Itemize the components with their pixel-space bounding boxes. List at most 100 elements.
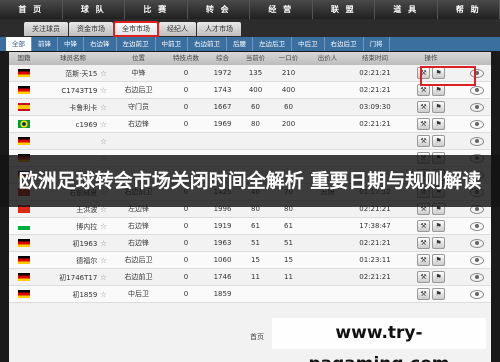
nav-item-1[interactable]: 球 队: [63, 0, 125, 19]
bid-hammer-icon[interactable]: ⚒: [417, 135, 430, 147]
column-header: 国籍: [17, 54, 31, 62]
player-name[interactable]: 德福尔 ☆: [39, 252, 111, 268]
nav-item-2[interactable]: 比 赛: [125, 0, 188, 19]
buyout-icon[interactable]: ⚑: [432, 271, 445, 283]
table-row[interactable]: ☆ ⚒⚑: [9, 133, 491, 150]
filter-tab-7[interactable]: 后腰: [227, 37, 253, 51]
star-icon[interactable]: ☆: [97, 290, 107, 299]
nav-item-6[interactable]: 道 具: [375, 0, 438, 19]
filter-tab-8[interactable]: 左边后卫: [253, 37, 292, 51]
table-row[interactable]: 卡鲁利卡 ☆ 守门员 0 1667 60 60 03:09:30 ⚒ ⚑: [9, 99, 491, 116]
table-row[interactable]: 初1746T17 ☆ 右边前卫 0 1746 11 11 02:21:21 ⚒ ⚑: [9, 269, 491, 286]
pagination[interactable]: 首页: [250, 332, 264, 342]
transfer-market-table: 国籍 球员名称 位置 特技点数 综合 当前价 一口价 出价人 结束时间 操作 范斯·天15 ☆ 中锋…: [9, 52, 491, 362]
eye-icon[interactable]: [469, 238, 484, 248]
table-row[interactable]: C1743T19 ☆ 右边后卫 0 1743 400 400 02:21:21 ⚒ ⚑: [9, 82, 491, 99]
filter-tab-5[interactable]: 中前卫: [156, 37, 188, 51]
player-name-text[interactable]: c1969: [76, 121, 98, 129]
player-name[interactable]: 卡鲁利卡 ☆: [39, 99, 111, 115]
buyout-icon[interactable]: ⚑: [432, 220, 445, 232]
player-name[interactable]: 博内拉 ☆: [39, 218, 111, 234]
player-name[interactable]: C1743T19 ☆: [39, 82, 111, 98]
bid-hammer-icon[interactable]: ⚒: [417, 118, 430, 130]
nav-item-0[interactable]: 首 页: [0, 0, 63, 19]
eye-icon[interactable]: [469, 85, 484, 95]
player-name-text[interactable]: 王洪波: [76, 206, 97, 214]
bidder: [305, 286, 350, 302]
eye-icon[interactable]: [469, 289, 484, 299]
filter-tab-6[interactable]: 右边前卫: [188, 37, 227, 51]
player-name-text[interactable]: 卡鲁利卡: [69, 104, 97, 112]
eye-icon[interactable]: [469, 255, 484, 265]
position: 右边锋: [128, 239, 149, 247]
star-icon[interactable]: ☆: [97, 69, 107, 78]
subnav-tab-2[interactable]: 全市市场: [113, 21, 159, 37]
buyout-icon[interactable]: ⚑: [432, 135, 445, 147]
star-icon[interactable]: ☆: [100, 137, 107, 146]
skill-points: 0: [183, 120, 189, 128]
player-name-text[interactable]: 德福尔: [76, 257, 97, 265]
eye-icon[interactable]: [469, 119, 484, 129]
player-name-text[interactable]: 博内拉: [76, 223, 97, 231]
table-row[interactable]: 范斯·天15 ☆ 中锋 0 1972 135 210 02:21:21 ⚒ ⚑: [9, 65, 491, 82]
bid-hammer-icon[interactable]: ⚒: [417, 254, 430, 266]
bid-hammer-icon[interactable]: ⚒: [417, 101, 430, 113]
player-name[interactable]: 初1746T17 ☆: [39, 269, 111, 285]
headline-banner: 欧洲足球转会市场关闭时间全解析 重要日期与规则解读: [0, 155, 500, 207]
bid-hammer-icon[interactable]: ⚒: [417, 271, 430, 283]
nav-item-4[interactable]: 经 营: [250, 0, 313, 19]
player-name-text[interactable]: 范斯·天15: [65, 70, 97, 78]
filter-tab-1[interactable]: 前锋: [32, 37, 58, 51]
filter-tab-2[interactable]: 中锋: [58, 37, 84, 51]
buyout-icon[interactable]: ⚑: [432, 237, 445, 249]
star-icon[interactable]: ☆: [97, 273, 107, 282]
eye-icon[interactable]: [469, 136, 484, 146]
table-row[interactable]: 博内拉 ☆ 右边锋 0 1919 61 61 17:38:47 ⚒ ⚑: [9, 218, 491, 235]
current-price: 60: [251, 103, 260, 111]
player-name-text[interactable]: 初1963: [72, 240, 97, 248]
player-name-text[interactable]: 初1859: [72, 291, 97, 299]
table-row[interactable]: 德福尔 ☆ 右边后卫 0 1060 15 15 01:23:11 ⚒ ⚑: [9, 252, 491, 269]
flag-icon: [18, 69, 30, 77]
player-name-text[interactable]: 初1746T17: [59, 274, 97, 282]
table-row[interactable]: 初1963 ☆ 右边锋 0 1963 51 51 02:21:21 ⚒ ⚑: [9, 235, 491, 252]
buyout-icon[interactable]: ⚑: [432, 101, 445, 113]
buyout-icon[interactable]: ⚑: [432, 118, 445, 130]
player-name[interactable]: c1969 ☆: [39, 116, 111, 132]
star-icon[interactable]: ☆: [97, 86, 107, 95]
bid-hammer-icon[interactable]: ⚒: [417, 220, 430, 232]
subnav-tab-0[interactable]: 关注球员: [24, 22, 68, 36]
table-row[interactable]: c1969 ☆ 右边锋 0 1969 80 200 02:21:21 ⚒ ⚑: [9, 116, 491, 133]
player-name[interactable]: 初1963 ☆: [39, 235, 111, 251]
player-name-text[interactable]: C1743T19: [61, 87, 97, 95]
bid-hammer-icon[interactable]: ⚒: [417, 237, 430, 249]
eye-icon[interactable]: [469, 272, 484, 282]
eye-icon[interactable]: [469, 221, 484, 231]
buyout-icon[interactable]: ⚑: [432, 288, 445, 300]
filter-tab-10[interactable]: 右边后卫: [325, 37, 364, 51]
star-icon[interactable]: ☆: [97, 120, 107, 129]
filter-tab-3[interactable]: 右边锋: [84, 37, 117, 51]
star-icon[interactable]: ☆: [97, 222, 107, 231]
star-icon[interactable]: ☆: [97, 103, 107, 112]
subnav-tab-1[interactable]: 资金市场: [69, 22, 113, 36]
buyout-icon[interactable]: ⚑: [432, 254, 445, 266]
star-icon[interactable]: ☆: [97, 239, 107, 248]
star-icon[interactable]: ☆: [97, 256, 107, 265]
subnav-tab-4[interactable]: 人才市场: [197, 22, 241, 36]
nav-item-7[interactable]: 帮 助: [438, 0, 500, 19]
player-name[interactable]: ☆: [39, 133, 111, 149]
bid-hammer-icon[interactable]: ⚒: [417, 288, 430, 300]
table-row[interactable]: 初1859 ☆ 中后卫 0 1859 ⚒ ⚑: [9, 286, 491, 303]
eye-icon[interactable]: [469, 102, 484, 112]
filter-tab-11[interactable]: 门将: [364, 37, 390, 51]
filter-tab-0[interactable]: 全部: [6, 37, 32, 51]
filter-tab-4[interactable]: 左边前卫: [117, 37, 156, 51]
player-name[interactable]: 范斯·天15 ☆: [39, 65, 111, 81]
subnav-tab-3[interactable]: 经纪人: [159, 22, 196, 36]
flag-icon: [18, 273, 30, 281]
nav-item-5[interactable]: 联 盟: [313, 0, 375, 19]
filter-tab-9[interactable]: 中后卫: [292, 37, 325, 51]
player-name[interactable]: 初1859 ☆: [39, 286, 111, 302]
nav-item-3[interactable]: 转 会: [188, 0, 250, 19]
